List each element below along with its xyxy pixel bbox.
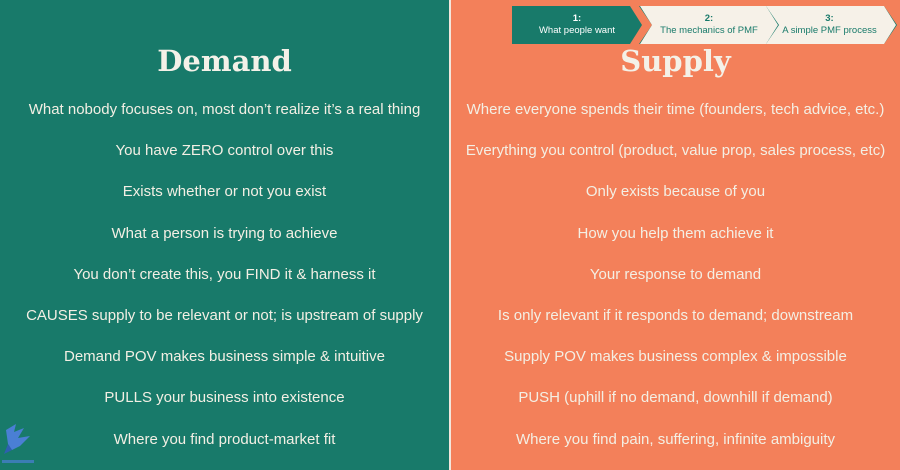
demand-row: What a person is trying to achieve bbox=[111, 224, 338, 242]
supply-row: Where you find pain, suffering, infinite… bbox=[515, 430, 836, 448]
supply-row: Where everyone spends their time (founde… bbox=[466, 101, 885, 118]
bird-logo-icon bbox=[2, 424, 34, 463]
demand-row: CAUSES supply to be relevant or not; is … bbox=[26, 306, 423, 324]
step-3[interactable]: 3: A simple PMF process bbox=[763, 6, 896, 44]
supply-row: Only exists because of you bbox=[585, 183, 766, 201]
supply-row: Supply POV makes business complex & impo… bbox=[504, 348, 847, 366]
step-1-active[interactable]: 1: What people want bbox=[512, 6, 642, 44]
demand-heading: Demand bbox=[157, 44, 292, 78]
demand-row: Demand POV makes business simple & intui… bbox=[64, 348, 385, 366]
demand-row: What nobody focuses on, most don’t reali… bbox=[28, 101, 421, 118]
step-2[interactable]: 2: The mechanics of PMF bbox=[640, 6, 778, 44]
supply-list: Where everyone spends their time (founde… bbox=[451, 97, 900, 468]
supply-row: PUSH (uphill if no demand, downhill if d… bbox=[518, 389, 833, 407]
demand-list: What nobody focuses on, most don’t reali… bbox=[0, 97, 449, 468]
step-2-number: 2: bbox=[704, 13, 714, 24]
supply-row: Is only relevant if it responds to deman… bbox=[497, 306, 854, 324]
step-1-number: 1: bbox=[572, 13, 582, 24]
supply-row: How you help them achieve it bbox=[577, 224, 774, 242]
demand-row: You don’t create this, you FIND it & har… bbox=[73, 265, 376, 283]
step-3-label: A simple PMF process bbox=[782, 25, 877, 36]
step-2-label: The mechanics of PMF bbox=[660, 25, 758, 36]
supply-column: Supply Where everyone spends their time … bbox=[451, 0, 900, 470]
progress-stepper: 3: A simple PMF process 2: The mechanics… bbox=[512, 6, 897, 44]
supply-row: Your response to demand bbox=[589, 265, 762, 283]
demand-row: Where you find product-market fit bbox=[113, 430, 336, 448]
supply-row: Everything you control (product, value p… bbox=[465, 142, 886, 160]
step-1-label: What people want bbox=[538, 25, 616, 36]
demand-row: You have ZERO control over this bbox=[115, 142, 334, 160]
supply-heading: Supply bbox=[620, 44, 731, 78]
demand-column: Demand What nobody focuses on, most don’… bbox=[0, 0, 449, 470]
demand-row: PULLS your business into existence bbox=[104, 389, 345, 407]
demand-row: Exists whether or not you exist bbox=[122, 183, 327, 201]
step-3-number: 3: bbox=[825, 13, 834, 24]
